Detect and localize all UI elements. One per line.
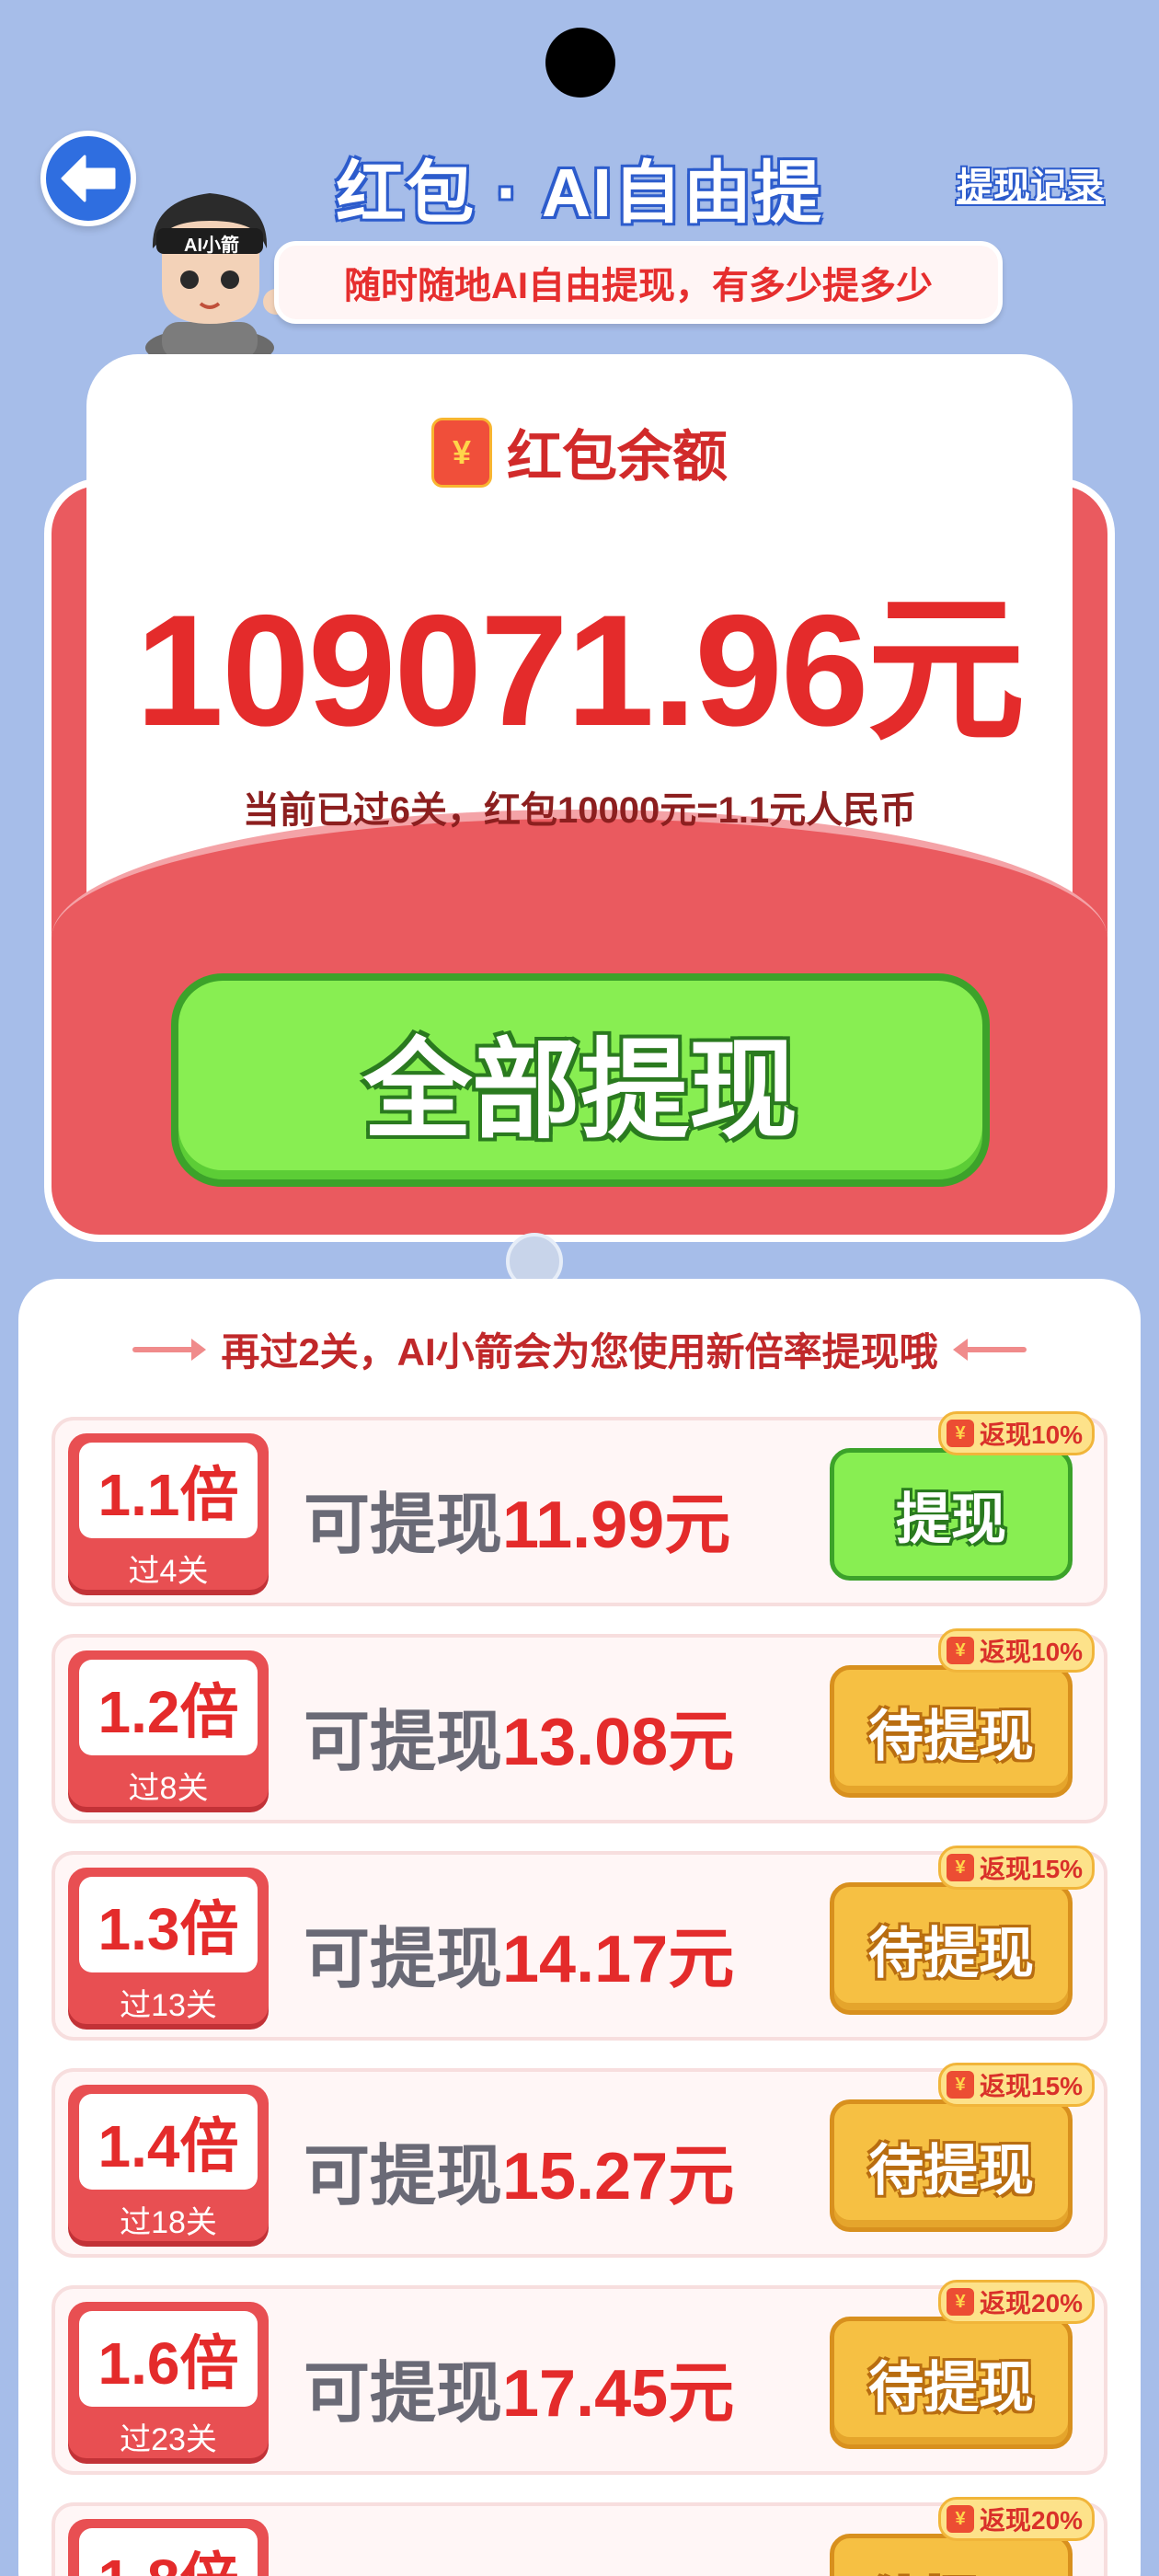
multiplier-value: 1.8倍 <box>79 2528 258 2576</box>
withdraw-prefix: 可提现 <box>304 1923 503 1996</box>
withdraw-prefix: 可提现 <box>304 2357 503 2431</box>
tier-row: 1.3倍 过13关 可提现14.17元 待提现 ¥ 返现15% <box>52 1846 1107 2041</box>
red-envelope-icon: ¥ <box>947 1420 974 1447</box>
withdraw-prefix: 可提现 <box>304 1489 503 1562</box>
tier-row: 1.8倍可提现19.63元待提现¥返现20% <box>52 2497 1107 2576</box>
rebate-tag: ¥ 返现10% <box>938 1628 1096 1673</box>
rebate-text: 返现20% <box>980 2289 1084 2317</box>
multiplier-value: 1.6倍 <box>79 2311 258 2407</box>
rebate-text: 返现15% <box>980 2072 1084 2100</box>
withdraw-amount-text: 可提现14.17元 <box>304 1904 734 2001</box>
withdraw-amount: 15.27元 <box>502 2140 735 2214</box>
multiplier-value: 1.3倍 <box>79 1877 258 1972</box>
rebate-text: 返现10% <box>980 1638 1084 1666</box>
red-envelope-icon: ¥ <box>947 1854 974 1881</box>
withdraw-amount-text: 可提现13.08元 <box>304 1687 734 1784</box>
balance-label-row: ¥ 红包余额 <box>0 412 1159 492</box>
mascot-avatar <box>145 193 289 359</box>
pending-withdraw-button[interactable]: 待提现 <box>830 2317 1073 2449</box>
mascot-cap-label: AI小箭 <box>184 236 239 256</box>
rebate-tag: ¥ 返现15% <box>938 1846 1096 1890</box>
withdraw-amount: 13.08元 <box>502 1706 735 1779</box>
arrow-right-icon <box>132 1338 207 1361</box>
camera-cutout <box>545 28 615 98</box>
withdraw-amount-text: 可提现15.27元 <box>304 2122 734 2218</box>
pending-withdraw-button[interactable]: 待提现 <box>830 1665 1073 1798</box>
levels-required: 过18关 <box>120 2205 217 2240</box>
multiplier-value: 1.1倍 <box>79 1443 258 1538</box>
red-envelope-icon: ¥ <box>947 2071 974 2099</box>
multiplier-badge: 1.1倍过4关 <box>68 1433 269 1590</box>
rebate-tag: ¥ 返现20% <box>938 2497 1096 2541</box>
exchange-rate-note: 当前已过6关，红包10000元=1.1元人民币 <box>242 790 917 831</box>
tier-row: 1.6倍 过23关 可提现17.45元 待提现 ¥ 返现20% <box>52 2280 1107 2475</box>
tiers-header-text: 再过2关，AI小箭会为您使用新倍率提现哦 <box>221 1330 938 1374</box>
withdraw-amount: 17.45元 <box>502 2357 735 2431</box>
multiplier-badge: 1.2倍过8关 <box>68 1650 269 1807</box>
rebate-text: 返现20% <box>980 2506 1084 2535</box>
tiers-header: 再过2关，AI小箭会为您使用新倍率提现哦 <box>0 1321 1159 1377</box>
withdraw-amount-text: 可提现19.63元 <box>304 2556 734 2576</box>
tier-row: 1.2倍 过8关 可提现13.08元 待提现 ¥ 返现10% <box>52 1628 1107 1823</box>
withdraw-prefix: 可提现 <box>304 2140 503 2214</box>
pending-withdraw-button[interactable]: 待提现 <box>830 1882 1073 2015</box>
rebate-tag: ¥ 返现10% <box>938 1411 1096 1455</box>
red-envelope-icon: ¥ <box>947 2288 974 2316</box>
withdraw-amount: 11.99元 <box>502 1489 731 1562</box>
multiplier-badge: 1.8倍 <box>68 2519 269 2576</box>
withdraw-record-link[interactable]: 提现记录 <box>957 156 1104 210</box>
tier-row: 1.1倍 过4关 可提现11.99元 提现 ¥ 返现10% <box>52 1411 1107 1606</box>
levels-required: 过8关 <box>128 1771 209 1806</box>
levels-required: 过13关 <box>120 1988 217 2023</box>
multiplier-badge: 1.4倍过18关 <box>68 2085 269 2241</box>
arrow-left-small-icon <box>952 1338 1027 1361</box>
withdraw-button[interactable]: 提现 <box>830 1448 1073 1581</box>
levels-required: 过4关 <box>128 1554 209 1589</box>
withdraw-amount-text: 可提现11.99元 <box>304 1470 730 1567</box>
multiplier-value: 1.2倍 <box>79 1660 258 1755</box>
withdraw-prefix: 可提现 <box>304 1706 503 1779</box>
pending-withdraw-button[interactable]: 待提现 <box>830 2099 1073 2232</box>
multiplier-badge: 1.6倍过23关 <box>68 2302 269 2458</box>
rebate-tag: ¥ 返现15% <box>938 2063 1096 2107</box>
multiplier-badge: 1.3倍过13关 <box>68 1868 269 2024</box>
multiplier-value: 1.4倍 <box>79 2094 258 2190</box>
rebate-tag: ¥ 返现20% <box>938 2280 1096 2324</box>
red-envelope-icon: ¥ <box>947 2505 974 2533</box>
withdraw-amount-text: 可提现17.45元 <box>304 2339 734 2435</box>
speech-bubble: 随时随地AI自由提现，有多少提多少 <box>274 241 1003 324</box>
rebate-text: 返现10% <box>980 1420 1084 1449</box>
withdraw-all-button[interactable]: 全部提现 <box>171 973 990 1187</box>
withdraw-amount: 14.17元 <box>502 1923 735 1996</box>
red-envelope-icon: ¥ <box>947 1637 974 1664</box>
levels-required: 过23关 <box>120 2422 217 2457</box>
balance-amount: 109071.96元 <box>135 582 1025 759</box>
tier-row: 1.4倍 过18关 可提现15.27元 待提现 ¥ 返现15% <box>52 2063 1107 2258</box>
balance-label: 红包余额 <box>507 426 728 488</box>
rebate-text: 返现15% <box>980 1855 1084 1883</box>
red-envelope-icon: ¥ <box>431 417 492 488</box>
